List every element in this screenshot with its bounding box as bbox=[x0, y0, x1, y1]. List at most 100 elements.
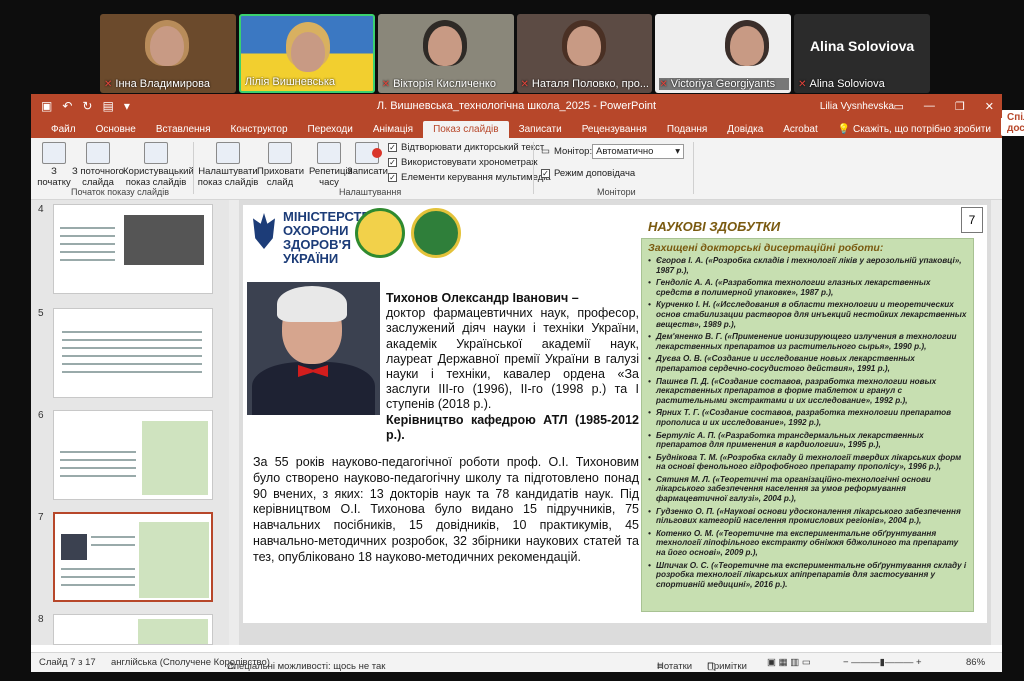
ribbon-display-icon[interactable]: ▭ bbox=[894, 100, 904, 113]
tab-transitions[interactable]: Переходи bbox=[298, 121, 363, 138]
participant-tile[interactable]: ✕ Наталя Половко, про... bbox=[516, 14, 653, 93]
record-button[interactable]: Записати bbox=[347, 142, 388, 177]
theses-heading: Захищені докторські дисертаційні роботи: bbox=[648, 242, 884, 254]
tab-acrobat[interactable]: Acrobat bbox=[773, 121, 827, 138]
thumbnails-pane: 4 5 6 7 8 bbox=[31, 200, 229, 645]
participant-tile[interactable]: ✕ Інна Владимирова bbox=[100, 14, 236, 93]
tab-home[interactable]: Основне bbox=[86, 121, 146, 138]
group-label-setup: Налаштування bbox=[339, 187, 402, 197]
group-label-start: Початок показу слайдів bbox=[71, 187, 169, 197]
slideshow-start-icon bbox=[42, 142, 66, 164]
participants-strip: ✕ Інна Владимирова Лілія Вишневська ✕ Вікт… bbox=[100, 14, 930, 93]
list-item: Гендоліс А. А. («Разработка технологии г… bbox=[648, 278, 967, 297]
chevron-down-icon: ▾ bbox=[675, 146, 680, 157]
list-item: Дем'яненко В. Г. («Применение ионизирующ… bbox=[648, 332, 967, 351]
thumbnails-scrollbar[interactable] bbox=[229, 200, 239, 645]
bio-text: Тихонов Олександр Іванович – доктор фарм… bbox=[386, 291, 639, 442]
slide-thumbnail-selected[interactable] bbox=[53, 512, 213, 602]
window-controls: ▭ — ❐ ✕ bbox=[894, 100, 995, 113]
participant-name: Victoriya Georgiyants bbox=[670, 78, 776, 90]
slide: МІНІСТЕРСТВО ОХОРОНИ ЗДОРОВ'Я УКРАЇНИ Ти… bbox=[243, 205, 987, 623]
undo-icon[interactable]: ↶ bbox=[62, 99, 72, 113]
from-start-button[interactable]: З початку bbox=[37, 142, 71, 188]
hide-slide-icon bbox=[268, 142, 292, 164]
participant-name: Лілія Вишневська bbox=[244, 76, 335, 88]
quick-access-toolbar: ▣ ↶ ↻ ▤ ▾ bbox=[41, 99, 130, 113]
participant-tile[interactable]: Alina Soloviova ✕ Alina Soloviova bbox=[794, 14, 930, 93]
tab-file[interactable]: Файл bbox=[41, 121, 86, 138]
thumbnail-number: 5 bbox=[38, 308, 44, 319]
participant-tile[interactable]: ✕ Victoriya Georgiyants bbox=[655, 14, 792, 93]
mic-muted-icon: ✕ bbox=[659, 79, 668, 90]
tab-view[interactable]: Подання bbox=[657, 121, 717, 138]
powerpoint-window: ▣ ↶ ↻ ▤ ▾ Л. Вишневська_технологічна шко… bbox=[31, 94, 1024, 672]
tab-review[interactable]: Рецензування bbox=[572, 121, 657, 138]
tab-design[interactable]: Конструктор bbox=[221, 121, 298, 138]
tell-me-search[interactable]: 💡 Скажіть, що потрібно зробити bbox=[828, 121, 1001, 138]
list-item: Шпичак О. С. («Теоретичне та експеримент… bbox=[648, 561, 967, 590]
list-item: Буднікова Т. М. («Розробка складу й техн… bbox=[648, 453, 967, 472]
tab-animations[interactable]: Анімація bbox=[363, 121, 423, 138]
slide-thumbnail[interactable] bbox=[53, 410, 213, 500]
lightbulb-icon: 💡 bbox=[837, 124, 853, 135]
list-item: Єгоров І. А. («Розробка складів і технол… bbox=[648, 256, 967, 275]
slide-scrollbar[interactable] bbox=[991, 200, 1002, 645]
ribbon-tabs: Файл Основне Вставлення Конструктор Пере… bbox=[31, 110, 1024, 138]
zoom-level[interactable]: 86% bbox=[966, 657, 985, 668]
custom-show-button[interactable]: Користувацький показ слайдів bbox=[123, 142, 194, 188]
mic-muted-icon: ✕ bbox=[798, 79, 807, 90]
mic-muted-icon: ✕ bbox=[520, 79, 529, 90]
narration-checkbox[interactable]: ✓ Відтворювати дикторський текст bbox=[388, 142, 544, 153]
close-icon[interactable]: ✕ bbox=[985, 100, 994, 113]
user-name[interactable]: Lilia Vysnhevska bbox=[820, 101, 894, 112]
rehearse-button[interactable]: Репетиція часу bbox=[309, 142, 353, 188]
start-show-icon[interactable]: ▤ bbox=[102, 99, 113, 113]
thumbnail-number: 6 bbox=[38, 410, 44, 421]
slide-thumbnail[interactable] bbox=[53, 614, 213, 645]
list-item: Бертуліс А. П. («Разработка трансдермаль… bbox=[648, 431, 967, 450]
tab-insert[interactable]: Вставлення bbox=[146, 121, 221, 138]
person-name: Тихонов Олександр Іванович – bbox=[386, 291, 579, 305]
view-buttons[interactable]: ▣ ▦ ▥ ▭ bbox=[767, 657, 811, 668]
theses-list: Єгоров І. А. («Розробка складів і технол… bbox=[642, 256, 973, 589]
achievements-title: НАУКОВІ ЗДОБУТКИ bbox=[648, 219, 781, 234]
tab-slideshow[interactable]: Показ слайдів bbox=[423, 121, 509, 138]
participant-tile[interactable]: ✕ Вікторія Кисличенко bbox=[377, 14, 514, 93]
customize-icon[interactable]: ▾ bbox=[124, 99, 130, 113]
from-current-button[interactable]: З поточного слайда bbox=[69, 142, 127, 188]
slide-canvas: МІНІСТЕРСТВО ОХОРОНИ ЗДОРОВ'Я УКРАЇНИ Ти… bbox=[239, 200, 991, 645]
restore-icon[interactable]: ❐ bbox=[955, 100, 965, 113]
custom-show-icon bbox=[144, 142, 168, 164]
participant-name: Вікторія Кисличенко bbox=[393, 78, 496, 90]
summary-paragraph: За 55 років науково-педагогічної роботи … bbox=[253, 455, 639, 564]
thumbnail-number: 4 bbox=[38, 204, 44, 215]
share-button[interactable]: Спільний доступ bbox=[1000, 110, 1024, 136]
list-item: Котенко О. М. («Теоретичне та експеримен… bbox=[648, 529, 967, 558]
list-item: Гудзенко О. П. («Наукові основи удоскона… bbox=[648, 507, 967, 526]
portrait-photo bbox=[247, 282, 380, 415]
hide-slide-button[interactable]: Приховати слайд bbox=[257, 142, 304, 188]
minimize-icon[interactable]: — bbox=[924, 100, 935, 113]
participant-tile-active[interactable]: Лілія Вишневська bbox=[238, 14, 375, 93]
save-icon[interactable]: ▣ bbox=[41, 99, 52, 113]
group-label-monitors: Монітори bbox=[597, 187, 636, 197]
tab-help[interactable]: Довідка bbox=[717, 121, 773, 138]
redo-icon[interactable]: ↻ bbox=[82, 99, 92, 113]
title-bar: ▣ ↶ ↻ ▤ ▾ Л. Вишневська_технологічна шко… bbox=[31, 94, 1002, 118]
media-controls-checkbox[interactable]: ✓ Елементи керування мультимедіа bbox=[388, 172, 551, 183]
monitor-select[interactable]: Автоматично ▾ bbox=[592, 144, 684, 159]
slide-number: 7 bbox=[961, 207, 983, 233]
university-logo-icon bbox=[355, 208, 405, 258]
participant-big-name: Alina Soloviova bbox=[809, 37, 915, 54]
setup-icon bbox=[216, 142, 240, 164]
timings-checkbox[interactable]: ✓ Використовувати хронометраж bbox=[388, 157, 538, 168]
record-icon bbox=[355, 142, 382, 164]
leadership-text: Керівництво кафедрою АТЛ (1985-2012 р.). bbox=[386, 412, 639, 442]
thumbnail-number: 8 bbox=[38, 614, 44, 625]
presenter-view-checkbox[interactable]: ✓ Режим доповідача bbox=[541, 168, 635, 179]
tab-record[interactable]: Записати bbox=[509, 121, 572, 138]
zoom-slider[interactable]: − ———▮——— + bbox=[843, 657, 922, 668]
slide-thumbnail[interactable] bbox=[53, 308, 213, 398]
slide-thumbnail[interactable] bbox=[53, 204, 213, 294]
setup-show-button[interactable]: Налаштувати показ слайдів bbox=[197, 142, 259, 188]
